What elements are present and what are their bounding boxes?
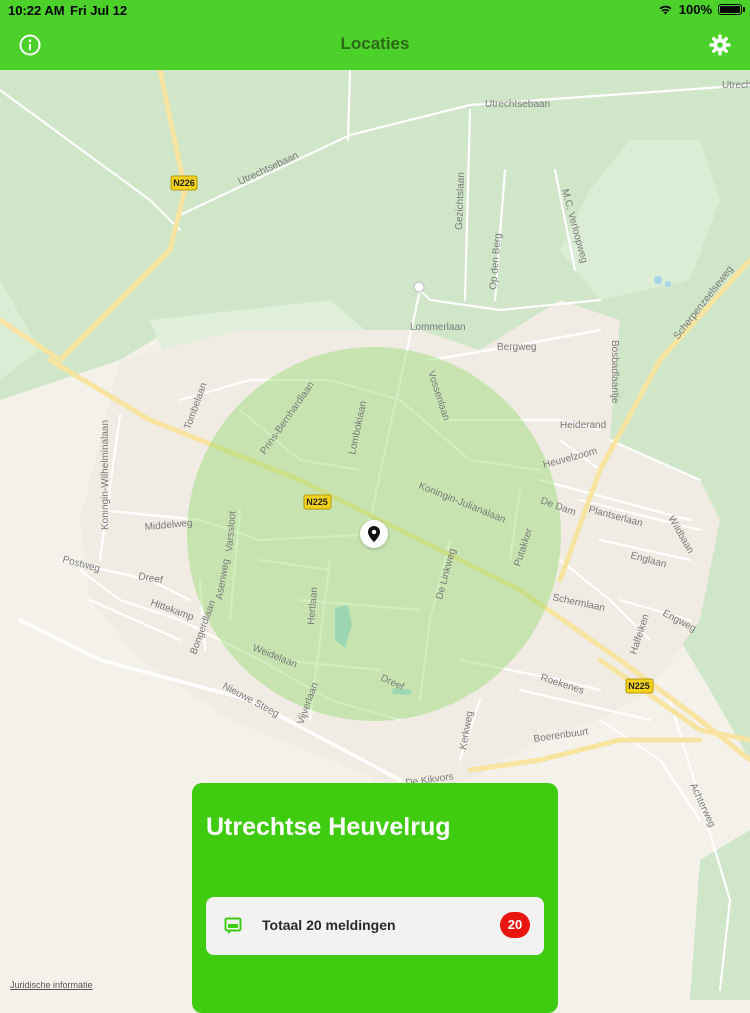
road-label: Koningin-Wilhelminalaan [100,420,111,530]
battery-icon [718,4,745,15]
location-title: Utrechtse Heuvelrug [206,813,451,841]
status-date: Fri Jul 12 [70,3,128,18]
message-icon [224,917,242,934]
road-label: Utrechtsebaan [722,80,750,91]
road-shield: N226 [170,175,198,191]
road-shield: N225 [303,494,332,510]
location-marker[interactable] [360,520,388,548]
road-label: Utrechtsebaan [485,99,550,110]
reports-count-badge: 20 [500,912,530,938]
road-label: Lommerlaan [410,322,466,333]
page-title: Locaties [340,34,410,53]
status-time: 10:22 AM [8,3,65,18]
app-header: 10:22 AM Fri Jul 12 100% Locaties [0,0,750,70]
location-card: Utrechtse Heuvelrug Totaal 20 meldingen … [192,783,558,1013]
road-label: Bergweg [497,342,536,353]
map-pin-icon [368,526,380,542]
road-shield: N225 [625,678,654,694]
road-label: Heiderand [560,420,606,431]
svg-text:N225: N225 [306,497,328,507]
wifi-icon [659,5,672,15]
svg-text:N225: N225 [628,681,650,691]
road-label: Bosbadlaantje [609,340,620,404]
status-bar: 10:22 AM Fri Jul 12 100% [0,0,750,22]
settings-button[interactable] [708,33,732,57]
gear-icon [709,34,731,56]
legal-info-link[interactable]: Juridische informatie [10,980,93,990]
reports-row[interactable]: Totaal 20 meldingen 20 [206,897,544,955]
reports-label: Totaal 20 meldingen [262,917,396,933]
svg-text:N226: N226 [173,178,195,188]
road-label: Gezichtslaan [454,172,467,230]
battery-percent: 100% [678,2,712,17]
status-right: 100% [658,2,745,17]
